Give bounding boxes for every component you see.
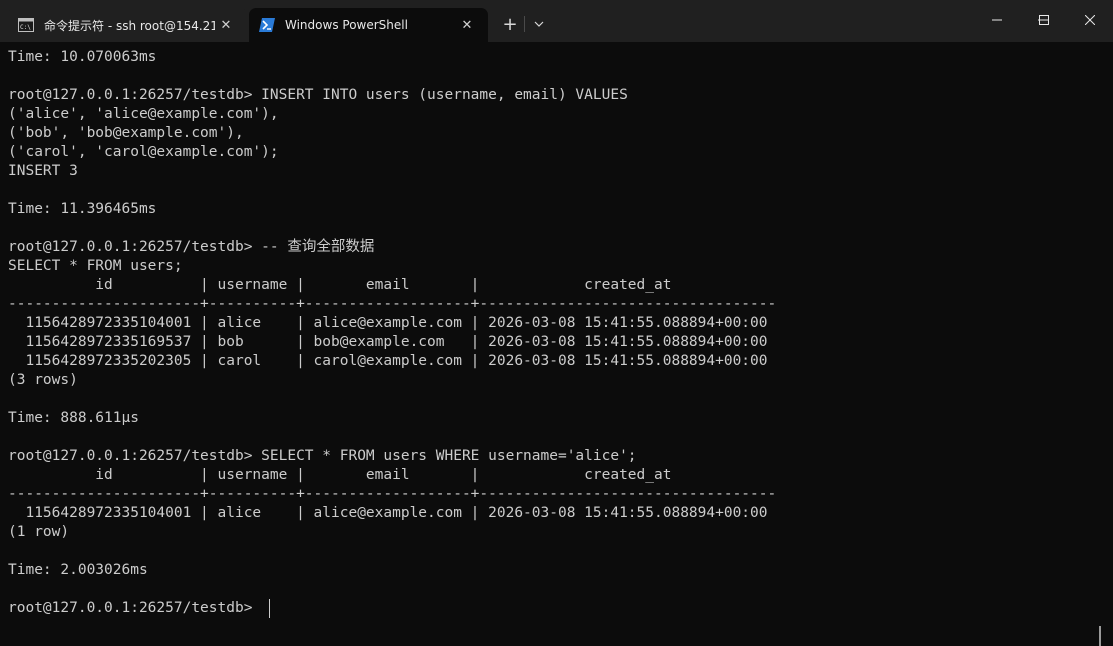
terminal-line: Time: 11.396465ms bbox=[8, 201, 157, 217]
terminal-output[interactable]: Time: 10.070063ms root@127.0.0.1:26257/t… bbox=[0, 42, 1105, 646]
minimize-icon bbox=[992, 19, 1002, 21]
close-tab-icon[interactable]: ✕ bbox=[215, 14, 237, 36]
terminal-line: ('carol', 'carol@example.com'); bbox=[8, 144, 279, 160]
svg-text:C:\: C:\ bbox=[20, 24, 31, 31]
terminal-line: 1156428972335169537 | bob | bob@example.… bbox=[8, 334, 768, 350]
tab-label: Windows PowerShell bbox=[285, 18, 408, 32]
close-window-button[interactable] bbox=[1067, 0, 1113, 40]
title-bar: C:\ 命令提示符 - ssh root@154.21 ✕ Windows Po… bbox=[0, 0, 1113, 42]
terminal-prompt: root@127.0.0.1:26257/testdb> bbox=[8, 600, 262, 616]
terminal-line: ('alice', 'alice@example.com'), bbox=[8, 106, 279, 122]
terminal-line: SELECT * FROM users; bbox=[8, 258, 183, 274]
close-tab-icon[interactable]: ✕ bbox=[456, 14, 478, 36]
chevron-down-icon[interactable] bbox=[526, 11, 552, 37]
terminal-line: ----------------------+----------+------… bbox=[8, 486, 777, 502]
terminal-line: id | username | email | created_at bbox=[8, 467, 672, 483]
text-cursor bbox=[269, 599, 270, 618]
terminal-line: Time: 2.003026ms bbox=[8, 562, 148, 578]
terminal-line: root@127.0.0.1:26257/testdb> -- 查询全部数据 bbox=[8, 239, 375, 255]
tab-windows-powershell[interactable]: Windows PowerShell ✕ bbox=[249, 8, 488, 42]
terminal-line: id | username | email | created_at bbox=[8, 277, 672, 293]
new-tab-button[interactable]: + bbox=[497, 11, 523, 37]
terminal-line: ----------------------+----------+------… bbox=[8, 296, 777, 312]
close-icon bbox=[1085, 15, 1095, 25]
terminal-line: root@127.0.0.1:26257/testdb> SELECT * FR… bbox=[8, 448, 637, 464]
cmd-icon: C:\ bbox=[18, 17, 34, 33]
tab-cmd-ssh[interactable]: C:\ 命令提示符 - ssh root@154.21 ✕ bbox=[8, 8, 247, 42]
terminal-line: Time: 888.611µs bbox=[8, 410, 139, 426]
divider bbox=[524, 16, 525, 32]
scrollbar[interactable] bbox=[1099, 626, 1101, 646]
powershell-icon bbox=[259, 17, 275, 33]
terminal-line: INSERT 3 bbox=[8, 163, 78, 179]
maximize-button[interactable] bbox=[1021, 0, 1067, 40]
terminal-line: 1156428972335104001 | alice | alice@exam… bbox=[8, 315, 768, 331]
terminal-line: (3 rows) bbox=[8, 372, 78, 388]
terminal-line: 1156428972335104001 | alice | alice@exam… bbox=[8, 505, 768, 521]
minimize-button[interactable] bbox=[974, 0, 1020, 40]
terminal-line: 1156428972335202305 | carol | carol@exam… bbox=[8, 353, 768, 369]
terminal-line: (1 row) bbox=[8, 524, 70, 540]
tab-label: 命令提示符 - ssh root@154.21 bbox=[44, 18, 215, 33]
terminal-line: root@127.0.0.1:26257/testdb> INSERT INTO… bbox=[8, 87, 628, 103]
terminal-line: Time: 10.070063ms bbox=[8, 49, 157, 65]
terminal-line: ('bob', 'bob@example.com'), bbox=[8, 125, 244, 141]
maximize-icon bbox=[1039, 15, 1049, 25]
